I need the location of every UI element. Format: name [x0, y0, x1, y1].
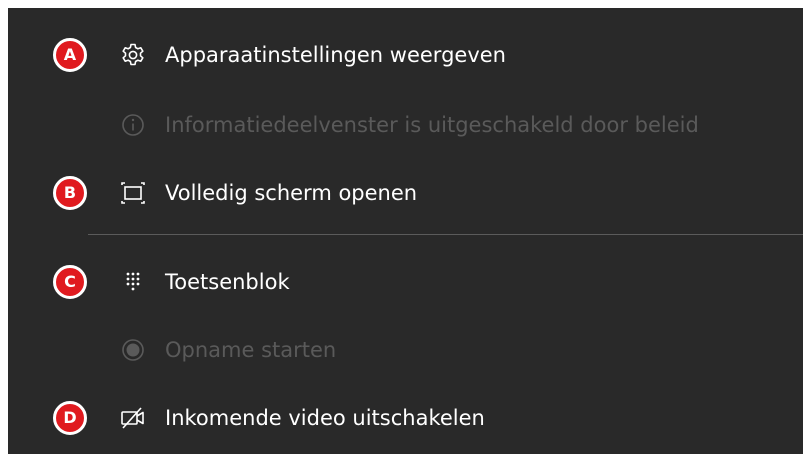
info-icon: [122, 114, 144, 136]
menu-item-info-pane-disabled: Informatiedeelvenster is uitgeschakeld d…: [8, 95, 803, 155]
fullscreen-icon: [121, 182, 145, 204]
annotation-badge-a: A: [53, 38, 87, 72]
menu-item-dialpad[interactable]: C Toetsenblok: [8, 252, 803, 312]
menu-divider: [88, 234, 803, 235]
menu-item-label: Inkomende video uitschakelen: [165, 406, 485, 430]
annotation-badge-d: D: [53, 401, 87, 435]
menu-item-fullscreen[interactable]: B Volledig scherm openen: [8, 163, 803, 223]
menu-item-label: Toetsenblok: [165, 270, 290, 294]
video-off-icon: [121, 407, 144, 429]
annotation-badge-c: C: [53, 265, 87, 299]
menu-item-label: Volledig scherm openen: [165, 181, 418, 205]
gear-icon: [122, 43, 144, 66]
menu-item-label: Opname starten: [165, 338, 337, 362]
more-actions-menu: A Apparaatinstellingen weergeven Informa…: [8, 8, 803, 454]
dialpad-icon: [126, 272, 140, 291]
menu-item-label: Informatiedeelvenster is uitgeschakeld d…: [165, 113, 699, 137]
menu-item-label: Apparaatinstellingen weergeven: [165, 43, 506, 67]
menu-item-device-settings[interactable]: A Apparaatinstellingen weergeven: [8, 25, 803, 85]
annotation-badge-b: B: [53, 176, 87, 210]
record-icon: [122, 339, 144, 361]
menu-item-start-recording-disabled: Opname starten: [8, 320, 803, 380]
menu-item-disable-incoming-video[interactable]: D Inkomende video uitschakelen: [8, 388, 803, 448]
